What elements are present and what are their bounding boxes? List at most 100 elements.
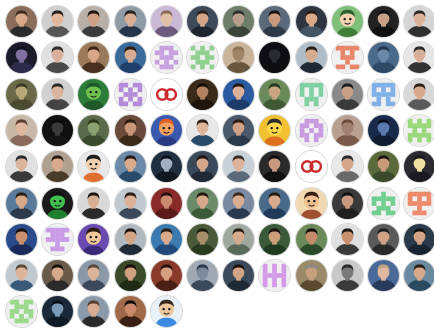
contributor-avatar[interactable] [150, 5, 183, 38]
contributor-avatar[interactable] [331, 41, 364, 74]
contributor-avatar[interactable] [295, 187, 328, 220]
contributor-avatar[interactable] [403, 259, 434, 292]
contributor-avatar[interactable] [186, 187, 219, 220]
contributor-avatar[interactable] [186, 259, 219, 292]
contributor-avatar[interactable] [331, 187, 364, 220]
contributor-avatar[interactable] [331, 78, 364, 111]
contributor-avatar[interactable] [258, 5, 291, 38]
contributor-avatar[interactable] [403, 78, 434, 111]
contributor-avatar[interactable] [5, 41, 38, 74]
contributor-avatar[interactable] [114, 223, 147, 256]
contributor-avatar[interactable] [114, 187, 147, 220]
contributor-avatar[interactable] [258, 41, 291, 74]
contributor-avatar[interactable] [114, 41, 147, 74]
contributor-avatar[interactable] [150, 295, 183, 328]
contributor-avatar[interactable] [41, 295, 74, 328]
contributor-avatar[interactable] [114, 5, 147, 38]
contributor-avatar[interactable] [222, 114, 255, 147]
contributor-avatar[interactable] [367, 187, 400, 220]
contributor-avatar[interactable] [77, 187, 110, 220]
contributor-avatar[interactable] [331, 114, 364, 147]
contributor-avatar[interactable] [41, 114, 74, 147]
contributor-avatar[interactable] [222, 78, 255, 111]
contributor-avatar[interactable] [41, 150, 74, 183]
contributor-avatar[interactable] [186, 114, 219, 147]
contributor-avatar[interactable] [186, 150, 219, 183]
contributor-avatar[interactable] [114, 78, 147, 111]
contributor-avatar[interactable] [186, 78, 219, 111]
contributor-avatar[interactable] [114, 295, 147, 328]
contributor-avatar[interactable] [150, 78, 183, 111]
contributor-avatar[interactable] [5, 187, 38, 220]
contributor-avatar[interactable] [150, 223, 183, 256]
contributor-avatar[interactable] [258, 223, 291, 256]
contributor-avatar[interactable] [222, 150, 255, 183]
contributor-avatar[interactable] [77, 5, 110, 38]
contributor-avatar[interactable] [367, 78, 400, 111]
contributor-avatar[interactable] [5, 114, 38, 147]
contributor-avatar[interactable] [5, 150, 38, 183]
contributor-avatar[interactable] [403, 150, 434, 183]
contributor-avatar[interactable] [367, 5, 400, 38]
contributor-avatar[interactable] [403, 187, 434, 220]
contributor-avatar[interactable] [77, 114, 110, 147]
contributor-avatar[interactable] [367, 41, 400, 74]
contributor-avatar[interactable] [403, 41, 434, 74]
contributor-avatar[interactable] [258, 259, 291, 292]
contributor-avatar[interactable] [5, 5, 38, 38]
contributor-avatar[interactable] [41, 41, 74, 74]
contributor-avatar[interactable] [367, 114, 400, 147]
contributor-avatar[interactable] [150, 41, 183, 74]
contributor-avatar[interactable] [367, 259, 400, 292]
contributor-avatar[interactable] [295, 150, 328, 183]
contributor-avatar[interactable] [258, 150, 291, 183]
contributor-avatar[interactable] [222, 41, 255, 74]
contributor-avatar[interactable] [222, 259, 255, 292]
contributor-avatar[interactable] [41, 187, 74, 220]
contributor-avatar[interactable] [295, 114, 328, 147]
contributor-avatar[interactable] [5, 259, 38, 292]
contributor-avatar[interactable] [77, 78, 110, 111]
contributor-avatar[interactable] [222, 223, 255, 256]
contributor-avatar[interactable] [258, 187, 291, 220]
contributor-avatar[interactable] [258, 78, 291, 111]
contributor-avatar[interactable] [331, 150, 364, 183]
contributor-avatar[interactable] [77, 295, 110, 328]
contributor-avatar[interactable] [5, 223, 38, 256]
contributor-avatar[interactable] [150, 259, 183, 292]
contributor-avatar[interactable] [403, 5, 434, 38]
contributor-avatar[interactable] [295, 259, 328, 292]
contributor-avatar[interactable] [186, 223, 219, 256]
contributor-avatar[interactable] [77, 150, 110, 183]
contributor-avatar[interactable] [186, 41, 219, 74]
contributor-avatar[interactable] [222, 5, 255, 38]
contributor-avatar[interactable] [5, 295, 38, 328]
contributor-avatar[interactable] [295, 223, 328, 256]
contributor-avatar[interactable] [41, 259, 74, 292]
contributor-avatar[interactable] [5, 78, 38, 111]
contributor-avatar[interactable] [150, 114, 183, 147]
contributor-avatar[interactable] [186, 5, 219, 38]
contributor-avatar[interactable] [114, 150, 147, 183]
contributor-avatar[interactable] [150, 150, 183, 183]
contributor-avatar[interactable] [295, 5, 328, 38]
contributor-avatar[interactable] [295, 41, 328, 74]
contributor-avatar[interactable] [331, 5, 364, 38]
contributor-avatar[interactable] [41, 78, 74, 111]
contributor-avatar[interactable] [77, 223, 110, 256]
contributor-avatar[interactable] [114, 259, 147, 292]
contributor-avatar[interactable] [403, 223, 434, 256]
contributor-avatar[interactable] [150, 187, 183, 220]
contributor-avatar[interactable] [41, 223, 74, 256]
contributor-avatar[interactable] [41, 5, 74, 38]
contributor-avatar[interactable] [367, 223, 400, 256]
contributor-avatar[interactable] [114, 114, 147, 147]
contributor-avatar[interactable] [222, 187, 255, 220]
contributor-avatar[interactable] [295, 78, 328, 111]
contributor-avatar[interactable] [403, 114, 434, 147]
contributor-avatar[interactable] [331, 223, 364, 256]
contributor-avatar[interactable] [77, 259, 110, 292]
contributor-avatar[interactable] [77, 41, 110, 74]
contributor-avatar[interactable] [258, 114, 291, 147]
contributor-avatar[interactable] [331, 259, 364, 292]
